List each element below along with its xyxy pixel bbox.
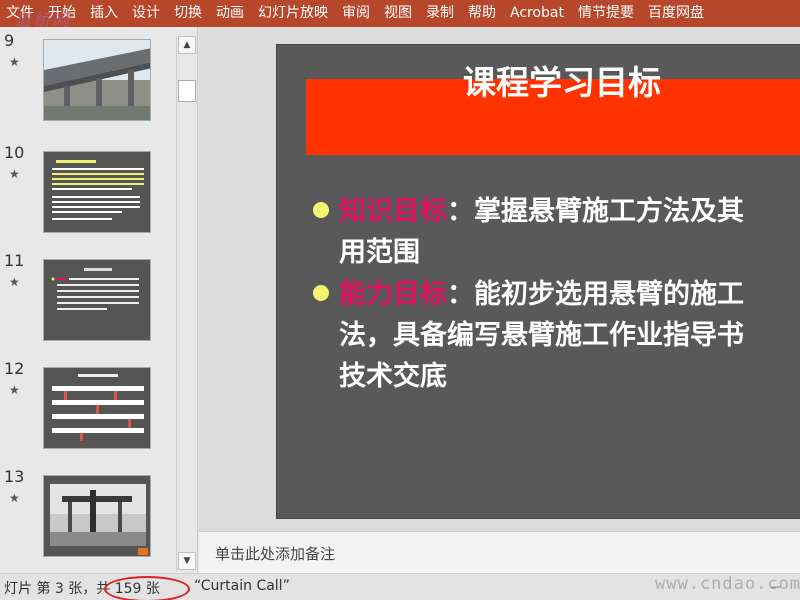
scroll-up-arrow-icon[interactable]: ▲ <box>178 36 196 54</box>
tab-acrobat[interactable]: Acrobat <box>503 0 571 27</box>
star-icon: ★ <box>9 491 20 505</box>
powerpoint-window: 文件 开始 插入 设计 切换 动画 幻灯片放映 审阅 视图 录制 帮助 Acro… <box>0 0 800 600</box>
bullet-dot-icon <box>313 202 329 218</box>
notes-pane[interactable]: 单击此处添加备注 <box>199 531 800 573</box>
tab-record[interactable]: 录制 <box>419 0 461 27</box>
thumbnail-item[interactable]: 12 ★ <box>0 359 176 459</box>
slide-editing-area: 课程学习目标 知识目标：掌握悬臂施工方法及其 用范围 能力目标：能初步选用悬臂的… <box>199 27 800 531</box>
slide-number: 12 <box>4 359 25 378</box>
bullet-text-continuation: 法，具备编写悬臂施工作业指导书 <box>339 320 744 351</box>
star-icon: ★ <box>9 383 20 397</box>
slide-thumbnail-pane[interactable]: 9 ★ 10 ★ 11 ★ 12 ★ 13 ★ <box>0 27 198 573</box>
bullet-keyword: 能力目标 <box>339 279 447 310</box>
text-slide-preview <box>44 152 150 232</box>
tab-baidu-netdisk[interactable]: 百度网盘 <box>641 0 711 27</box>
bullet-text: ：掌握悬臂施工方法及其 <box>447 196 744 227</box>
highlight-oval <box>104 576 190 600</box>
scroll-down-arrow-icon[interactable]: ▼ <box>178 552 196 570</box>
thumbnail-item[interactable]: 10 ★ <box>0 143 176 243</box>
slide-number: 10 <box>4 143 25 162</box>
current-slide[interactable]: 课程学习目标 知识目标：掌握悬臂施工方法及其 用范围 能力目标：能初步选用悬臂的… <box>276 44 800 519</box>
star-icon: ★ <box>9 55 20 69</box>
tab-view[interactable]: 视图 <box>377 0 419 27</box>
thumbnail-item[interactable]: 11 ★ <box>0 251 176 351</box>
bullet-knowledge-goal[interactable]: 知识目标：掌握悬臂施工方法及其 用范围 <box>313 191 800 273</box>
tab-transitions[interactable]: 切换 <box>167 0 209 27</box>
slide-number: 9 <box>4 31 15 50</box>
scrollbar-thumb[interactable] <box>178 80 196 102</box>
tab-animations[interactable]: 动画 <box>209 0 251 27</box>
construction-photo <box>44 476 150 556</box>
tab-storyboard[interactable]: 情节提要 <box>571 0 641 27</box>
tab-slideshow[interactable]: 幻灯片放映 <box>251 0 335 27</box>
watermark-url: www.cndao.com <box>655 574 800 594</box>
tab-review[interactable]: 审阅 <box>335 0 377 27</box>
slide-number: 13 <box>4 467 25 486</box>
bullet-dot-icon <box>313 285 329 301</box>
text-slide-preview <box>44 260 150 340</box>
thumbnail-image[interactable] <box>43 259 151 341</box>
slide-title[interactable]: 课程学习目标 <box>277 45 800 121</box>
thumbnail-image[interactable] <box>43 39 151 121</box>
diagram-slide-preview <box>44 368 150 448</box>
thumbnail-item[interactable]: 9 ★ <box>0 31 176 131</box>
tab-file[interactable]: 文件 <box>0 0 41 27</box>
thumbnail-image[interactable] <box>43 475 151 557</box>
bullet-ability-goal[interactable]: 能力目标：能初步选用悬臂的施工 法，具备编写悬臂施工作业指导书 技术交底 <box>313 274 800 397</box>
slide-number: 11 <box>4 251 25 270</box>
thumbnail-image[interactable] <box>43 367 151 449</box>
thumbnail-image[interactable] <box>43 151 151 233</box>
theme-name: “Curtain Call” <box>194 578 290 594</box>
star-icon: ★ <box>9 167 20 181</box>
bullet-text-continuation: 用范围 <box>339 237 420 268</box>
star-icon: ★ <box>9 275 20 289</box>
bullet-keyword: 知识目标 <box>339 196 447 227</box>
tab-design[interactable]: 设计 <box>125 0 167 27</box>
thumbnail-item[interactable]: 13 ★ <box>0 467 176 567</box>
bullet-text: ：能初步选用悬臂的施工 <box>447 279 744 310</box>
bridge-photo <box>44 40 150 120</box>
bullet-text-continuation: 技术交底 <box>339 361 447 392</box>
thumbnail-scrollbar[interactable]: ▲ ▼ <box>176 36 196 572</box>
tab-home[interactable]: 开始 <box>41 0 83 27</box>
tab-help[interactable]: 帮助 <box>461 0 503 27</box>
notes-placeholder[interactable]: 单击此处添加备注 <box>215 543 335 564</box>
ribbon-tab-bar: 文件 开始 插入 设计 切换 动画 幻灯片放映 审阅 视图 录制 帮助 Acro… <box>0 0 800 27</box>
tab-insert[interactable]: 插入 <box>83 0 125 27</box>
